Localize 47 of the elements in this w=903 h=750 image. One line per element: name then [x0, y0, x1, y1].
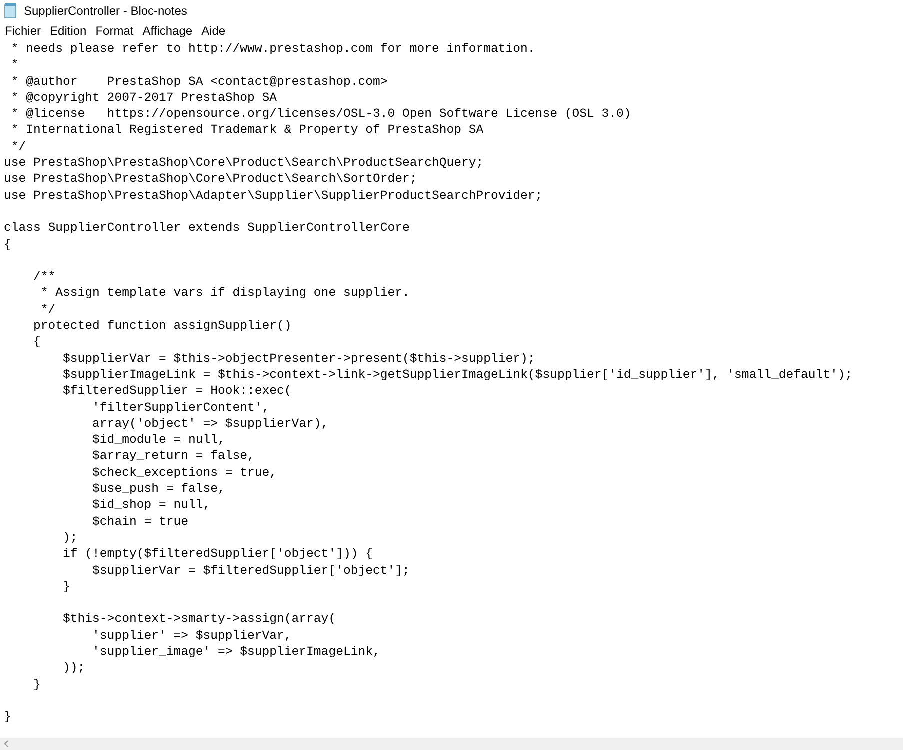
- menu-item[interactable]: Format: [96, 23, 134, 39]
- code-line: /**: [32, 269, 56, 286]
- code-line: $check_exceptions = true,: [92, 464, 278, 482]
- menu-item[interactable]: Affichage: [142, 23, 193, 39]
- code-line: $id_shop = null,: [92, 497, 211, 514]
- code-line: protected function assignSupplier(): [32, 318, 292, 334]
- menu-item[interactable]: Fichier: [5, 23, 42, 39]
- code-line: {: [32, 334, 41, 351]
- menu-item[interactable]: Aide: [202, 23, 226, 39]
- code-line: use PrestaShop\PrestaShop\Adapter\Supplier\SupplierProductSearchProvider;: [4, 188, 543, 204]
- code-line: $supplierVar = $this->objectPresenter->present($this->supplier);: [62, 350, 536, 367]
- code-line: 'filterSupplierContent',: [92, 400, 270, 416]
- menu-item[interactable]: Edition: [50, 23, 87, 39]
- code-line: $array_return = false,: [92, 448, 255, 465]
- scroll-left-icon[interactable]: [4, 740, 9, 748]
- code-line: */: [40, 302, 56, 318]
- code-line: }: [62, 578, 70, 596]
- code-line: $chain = true: [92, 514, 188, 530]
- code-line: 'supplier_image' => $supplierImageLink,: [92, 644, 380, 660]
- notepad-icon: [4, 3, 18, 19]
- code-line: class SupplierController extends SupplierControllerCore: [4, 220, 410, 237]
- code-line: ));: [62, 660, 86, 677]
- code-line: * @license https://opensource.org/licenses/OSL-3.0 Open Software License (OSL 3.0): [10, 106, 632, 122]
- code-line: * needs please refer to http://www.prestashop.com for more information.: [10, 41, 536, 58]
- code-line: );: [62, 530, 78, 546]
- horizontal-scrollbar[interactable]: [0, 738, 903, 750]
- window-title: SupplierController - Bloc-notes: [24, 4, 188, 18]
- code-line: * @copyright 2007-2017 PrestaShop SA: [10, 90, 278, 106]
- code-line: $filteredSupplier = Hook::exec(: [62, 383, 292, 400]
- code-line: * International Registered Trademark & Property of PrestaShop SA: [10, 122, 484, 139]
- code-line: }: [4, 709, 12, 726]
- code-line: use PrestaShop\PrestaShop\Core\Product\Search\ProductSearchQuery;: [4, 155, 484, 172]
- code-line: {: [4, 236, 12, 253]
- code-line: $supplierVar = $filteredSupplier['object'];: [92, 562, 410, 579]
- code-line: * Assign template vars if displaying one supplier.: [40, 285, 410, 302]
- code-line: $this->context->smarty->assign(array(: [62, 611, 336, 628]
- code-line: $id_module = null,: [92, 432, 226, 448]
- code-line: *: [10, 57, 19, 74]
- code-line: $use_push = false,: [92, 481, 226, 498]
- code-line: * @author PrestaShop SA <contact@prestashop.com>: [10, 74, 388, 90]
- code-line: if (!empty($filteredSupplier['object'])) {: [62, 546, 373, 562]
- code-line: }: [32, 676, 41, 693]
- code-line: $supplierImageLink = $this->context->link->getSupplierImageLink($supplier['id_supplier'], 'small_default');: [62, 366, 853, 384]
- code-line: use PrestaShop\PrestaShop\Core\Product\Search\SortOrder;: [4, 171, 418, 188]
- code-line: */: [10, 138, 26, 156]
- code-line: 'supplier' => $supplierVar,: [92, 628, 292, 644]
- code-line: array('object' => $supplierVar),: [92, 416, 329, 432]
